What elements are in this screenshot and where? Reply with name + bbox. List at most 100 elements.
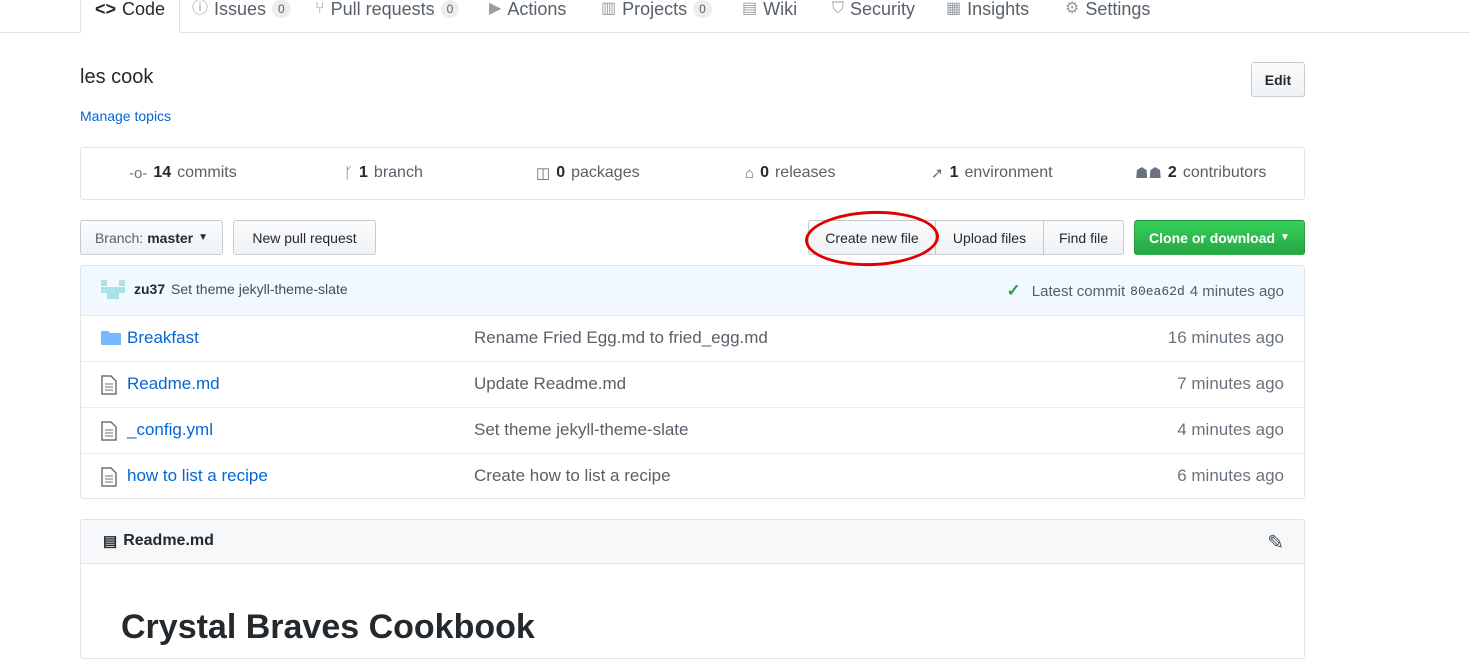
folder-icon: [101, 329, 121, 350]
file-age: 6 minutes ago: [1177, 466, 1284, 485]
file-age: 7 minutes ago: [1177, 374, 1284, 393]
graph-icon: ▦: [946, 0, 962, 17]
gear-icon: ⚙: [1065, 0, 1080, 17]
branch-name: master: [147, 229, 194, 246]
shield-icon: ⛉: [832, 0, 845, 17]
tab-issues[interactable]: ⓘ Issues 0: [192, 0, 291, 32]
annotation-circle: [804, 208, 940, 269]
tab-pull-requests[interactable]: ⑂ Pull requests 0: [315, 0, 460, 32]
avatar[interactable]: [101, 280, 125, 300]
contributors-stat[interactable]: ☗☗ 2 contributors: [1135, 164, 1266, 182]
tab-insights-label: Insights: [967, 0, 1030, 19]
tab-pull-requests-label: Pull requests: [330, 0, 435, 19]
packages-stat[interactable]: ◫ 0 packages: [536, 164, 640, 182]
table-row: Readme.md Update Readme.md 7 minutes ago: [81, 361, 1304, 407]
numbers-summary: -o- 14 commits ᚴ 1 branch ◫ 0 packages ⌂…: [80, 147, 1305, 200]
commit-message-link[interactable]: Set theme jekyll-theme-slate: [171, 281, 348, 297]
commit-message-link[interactable]: Update Readme.md: [474, 374, 626, 394]
commits-stat[interactable]: -o- 14 commits: [129, 164, 237, 182]
branch-prefix: Branch:: [94, 229, 144, 246]
table-row: Breakfast Rename Fried Egg.md to fried_e…: [81, 315, 1304, 361]
caret-down-icon: ▼: [1280, 232, 1290, 243]
packages-count: 0: [556, 164, 566, 181]
commit-sha-link[interactable]: 80ea62d: [1130, 284, 1185, 299]
environments-count: 1: [949, 164, 959, 181]
rocket-icon: ➚: [931, 165, 944, 182]
commit-author-link[interactable]: zu37: [134, 281, 165, 297]
clone-or-download-button[interactable]: Clone or download ▼: [1134, 220, 1305, 255]
tab-code-label: Code: [122, 0, 166, 19]
upload-files-button[interactable]: Upload files: [935, 220, 1044, 255]
tab-wiki[interactable]: ▤ Wiki: [742, 0, 797, 32]
commits-label: commits: [177, 164, 237, 181]
pull-requests-counter: 0: [440, 0, 460, 18]
environments-label: environment: [964, 164, 1053, 181]
book-icon: ▤: [103, 533, 118, 550]
issue-icon: ⓘ: [192, 0, 209, 17]
issues-counter: 0: [272, 0, 291, 18]
tab-settings[interactable]: ⚙ Settings: [1065, 0, 1150, 32]
commit-message-link[interactable]: Rename Fried Egg.md to fried_egg.md: [474, 328, 768, 348]
releases-stat[interactable]: ⌂ 0 releases: [745, 164, 835, 182]
tab-projects-label: Projects: [622, 0, 688, 19]
branches-count: 1: [359, 164, 368, 181]
commit-message-link[interactable]: Set theme jekyll-theme-slate: [474, 420, 688, 440]
readme-header: ▤ Readme.md ✎: [81, 520, 1304, 564]
branches-stat[interactable]: ᚴ 1 branch: [344, 164, 423, 182]
file-age: 16 minutes ago: [1167, 328, 1284, 347]
commit-icon: -o-: [129, 164, 148, 182]
releases-label: releases: [774, 164, 836, 181]
readme-title: ▤ Readme.md: [103, 532, 214, 550]
find-file-button[interactable]: Find file: [1043, 220, 1124, 255]
file-age: 4 minutes ago: [1177, 420, 1284, 439]
pull-request-icon: ⑂: [315, 0, 325, 17]
latest-commit-prefix: Latest commit: [1031, 282, 1126, 300]
tab-security[interactable]: ⛉ Security: [832, 0, 915, 32]
latest-commit-info: ✓ Latest commit 80ea62d 4 minutes ago: [1007, 281, 1284, 301]
tag-icon: ⌂: [745, 164, 755, 182]
branch-icon: ᚴ: [344, 164, 354, 182]
environments-stat[interactable]: ➚ 1 environment: [931, 164, 1053, 182]
latest-commit-age: 4 minutes ago: [1189, 282, 1284, 300]
file-icon: [101, 375, 117, 400]
manage-topics-link[interactable]: Manage topics: [80, 108, 171, 124]
contributors-count: 2: [1167, 164, 1177, 181]
file-icon: [101, 467, 117, 492]
project-icon: ▥: [601, 0, 617, 17]
code-icon: <>: [95, 0, 117, 19]
file-link[interactable]: how to list a recipe: [127, 466, 268, 486]
edit-description-button[interactable]: Edit: [1251, 62, 1305, 97]
tab-wiki-label: Wiki: [763, 0, 798, 19]
tab-code[interactable]: <> Code: [80, 0, 181, 33]
tab-issues-label: Issues: [214, 0, 267, 19]
new-pull-request-button[interactable]: New pull request: [233, 220, 376, 255]
package-icon: ◫: [536, 165, 551, 182]
latest-commit-bar: zu37 Set theme jekyll-theme-slate ✓ Late…: [81, 266, 1304, 316]
caret-down-icon: ▼: [198, 232, 209, 243]
file-link[interactable]: Breakfast: [127, 328, 199, 348]
file-link[interactable]: _config.yml: [127, 420, 213, 440]
file-icon: [101, 421, 117, 446]
readme-heading: Crystal Braves Cookbook: [121, 608, 535, 646]
table-row: _config.yml Set theme jekyll-theme-slate…: [81, 407, 1304, 453]
branch-select-button[interactable]: Branch: master ▼: [80, 220, 223, 255]
commits-count: 14: [153, 164, 172, 181]
clone-label: Clone or download: [1149, 229, 1276, 246]
tab-settings-label: Settings: [1085, 0, 1151, 19]
releases-count: 0: [760, 164, 769, 181]
tab-insights[interactable]: ▦ Insights: [946, 0, 1029, 32]
tab-actions[interactable]: ▶ Actions: [489, 0, 566, 32]
play-icon: ▶: [489, 0, 502, 17]
book-icon: ▤: [742, 0, 758, 17]
file-link[interactable]: Readme.md: [127, 374, 220, 394]
readme-box: ▤ Readme.md ✎ Crystal Braves Cookbook: [80, 519, 1305, 659]
pencil-icon[interactable]: ✎: [1267, 530, 1284, 555]
branches-label: branch: [373, 164, 423, 181]
check-icon: ✓: [1006, 281, 1021, 300]
commit-message-link[interactable]: Create how to list a recipe: [474, 466, 671, 486]
tab-security-label: Security: [850, 0, 916, 19]
table-row: how to list a recipe Create how to list …: [81, 453, 1304, 498]
tab-projects[interactable]: ▥ Projects 0: [601, 0, 712, 32]
readme-filename: Readme.md: [123, 532, 214, 549]
projects-counter: 0: [693, 0, 712, 18]
